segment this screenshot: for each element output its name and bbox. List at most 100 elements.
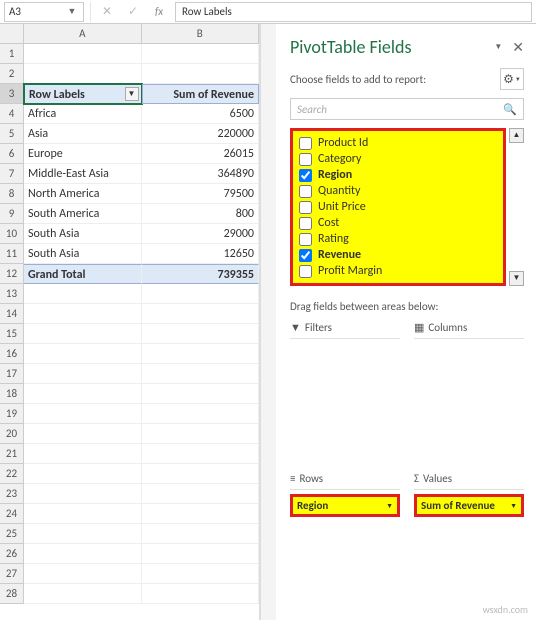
row-header[interactable]: 27 [0, 564, 24, 584]
cell[interactable] [24, 64, 142, 84]
cell[interactable] [24, 524, 142, 544]
cell[interactable] [142, 524, 260, 544]
field-checkbox[interactable] [299, 201, 312, 214]
cell[interactable]: Grand Total [24, 264, 142, 284]
rows-chip-region[interactable]: Region ▼ [290, 494, 400, 517]
formula-bar[interactable]: Row Labels [175, 2, 532, 22]
field-item[interactable]: Profit Margin [297, 263, 499, 279]
field-item[interactable]: Unit Price [297, 199, 499, 215]
row-header[interactable]: 3 [0, 84, 24, 104]
row-header[interactable]: 8 [0, 184, 24, 204]
row-header[interactable]: 6 [0, 144, 24, 164]
search-input[interactable]: Search 🔍 [290, 98, 524, 120]
row-header[interactable]: 5 [0, 124, 24, 144]
row-header[interactable]: 15 [0, 324, 24, 344]
cell[interactable]: 26015 [142, 144, 260, 164]
pane-menu-icon[interactable]: ▼ [494, 42, 502, 52]
gear-button[interactable]: ⚙▼ [500, 68, 524, 90]
col-header-b[interactable]: B [142, 24, 260, 43]
cell[interactable]: South America [24, 204, 142, 224]
cell[interactable] [142, 584, 260, 604]
cell[interactable]: 6500 [142, 104, 260, 124]
rows-area[interactable]: ≡Rows Region ▼ [290, 472, 400, 613]
fx-icon[interactable]: fx [149, 2, 169, 22]
cell[interactable] [142, 344, 260, 364]
row-header[interactable]: 26 [0, 544, 24, 564]
cell[interactable] [24, 564, 142, 584]
row-header[interactable]: 18 [0, 384, 24, 404]
row-header[interactable]: 19 [0, 404, 24, 424]
filters-area[interactable]: ▼Filters [290, 321, 400, 462]
cell[interactable] [24, 304, 142, 324]
field-item[interactable]: Revenue [297, 247, 499, 263]
row-header[interactable]: 22 [0, 464, 24, 484]
columns-area[interactable]: ▦Columns [414, 321, 524, 462]
cell[interactable]: South Asia [24, 244, 142, 264]
cell[interactable] [142, 384, 260, 404]
cell[interactable] [24, 424, 142, 444]
row-header[interactable]: 10 [0, 224, 24, 244]
cell[interactable] [24, 364, 142, 384]
field-item[interactable]: Region [297, 167, 499, 183]
cell[interactable] [24, 544, 142, 564]
row-header[interactable]: 21 [0, 444, 24, 464]
row-header[interactable]: 11 [0, 244, 24, 264]
values-area[interactable]: ΣValues Sum of Revenue ▼ [414, 472, 524, 613]
filter-dropdown-icon[interactable]: ▼ [125, 87, 139, 101]
field-item[interactable]: Rating [297, 231, 499, 247]
values-chip-revenue[interactable]: Sum of Revenue ▼ [414, 494, 524, 517]
name-box-dropdown-icon[interactable]: ▼ [65, 6, 79, 17]
field-item[interactable]: Quantity [297, 183, 499, 199]
col-header-a[interactable]: A [24, 24, 142, 43]
row-header[interactable]: 13 [0, 284, 24, 304]
field-item[interactable]: Product Id [297, 135, 499, 151]
close-icon[interactable]: ✕ [512, 39, 524, 56]
row-header[interactable]: 1 [0, 44, 24, 64]
cell[interactable] [24, 444, 142, 464]
cell[interactable]: Sum of Revenue [142, 84, 260, 104]
cell[interactable]: 739355 [142, 264, 260, 284]
cell[interactable] [142, 364, 260, 384]
cell[interactable] [142, 44, 260, 64]
cell[interactable] [142, 324, 260, 344]
cell[interactable] [24, 324, 142, 344]
cell[interactable] [24, 584, 142, 604]
row-header[interactable]: 16 [0, 344, 24, 364]
cell[interactable]: South Asia [24, 224, 142, 244]
scroll-up-icon[interactable]: ▲ [509, 128, 524, 143]
cell[interactable]: 79500 [142, 184, 260, 204]
cell[interactable] [142, 544, 260, 564]
cell[interactable]: Row Labels▼ [24, 84, 142, 104]
cell[interactable]: Asia [24, 124, 142, 144]
cell[interactable] [24, 484, 142, 504]
row-header[interactable]: 25 [0, 524, 24, 544]
field-checkbox[interactable] [299, 169, 312, 182]
cell[interactable] [142, 464, 260, 484]
row-header[interactable]: 28 [0, 584, 24, 604]
row-header[interactable]: 23 [0, 484, 24, 504]
field-checkbox[interactable] [299, 233, 312, 246]
row-header[interactable]: 4 [0, 104, 24, 124]
row-header[interactable]: 20 [0, 424, 24, 444]
cell[interactable] [142, 504, 260, 524]
row-header[interactable]: 2 [0, 64, 24, 84]
fields-scrollbar[interactable]: ▲ ▼ [509, 128, 524, 286]
field-checkbox[interactable] [299, 137, 312, 150]
cell[interactable]: 12650 [142, 244, 260, 264]
cell[interactable]: 364890 [142, 164, 260, 184]
row-header[interactable]: 9 [0, 204, 24, 224]
cell[interactable]: North America [24, 184, 142, 204]
row-header[interactable]: 12 [0, 264, 24, 284]
select-all-corner[interactable] [0, 24, 24, 43]
cell[interactable] [24, 504, 142, 524]
field-checkbox[interactable] [299, 153, 312, 166]
cell[interactable] [24, 344, 142, 364]
cell[interactable] [142, 404, 260, 424]
field-item[interactable]: Cost [297, 215, 499, 231]
cell[interactable]: 800 [142, 204, 260, 224]
cell[interactable] [24, 404, 142, 424]
row-header[interactable]: 24 [0, 504, 24, 524]
cell[interactable]: Europe [24, 144, 142, 164]
sheet-scrollbar[interactable] [260, 24, 276, 620]
cell[interactable] [142, 564, 260, 584]
